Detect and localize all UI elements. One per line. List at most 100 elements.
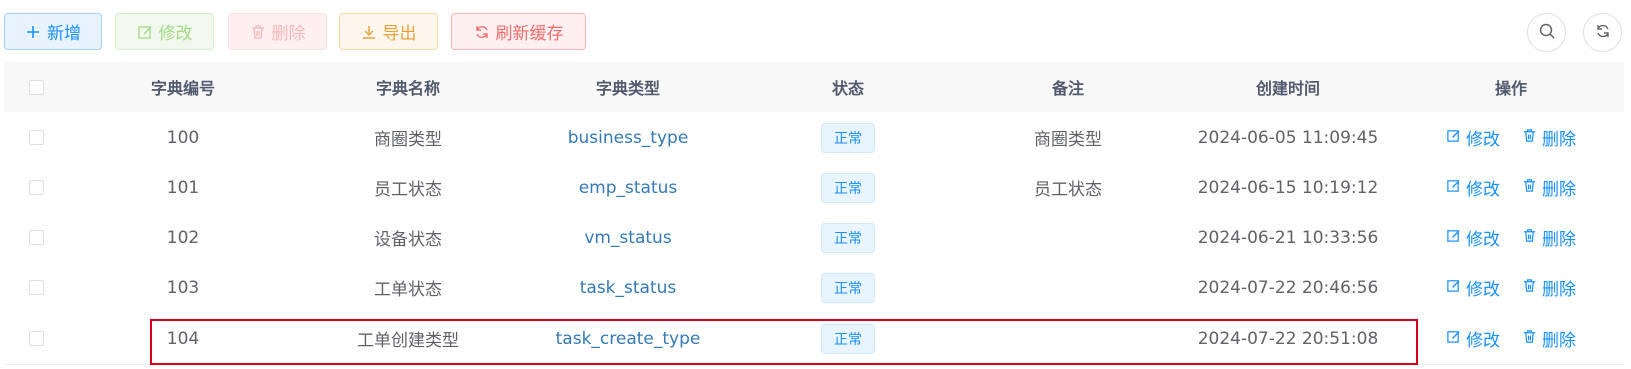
- header-created-time: 创建时间: [1255, 79, 1320, 98]
- row-delete-button[interactable]: 删除: [1522, 326, 1576, 351]
- row-edit-button[interactable]: 修改: [1446, 225, 1500, 250]
- dict-type-cell: task_create_type: [518, 313, 738, 364]
- row-delete-label: 删除: [1542, 130, 1576, 150]
- dict-type-link[interactable]: vm_status: [584, 228, 671, 248]
- dict-name: 员工状态: [374, 180, 442, 200]
- header-dict-id: 字典编号: [150, 79, 215, 98]
- dict-type-link[interactable]: business_type: [568, 128, 689, 148]
- status-badge: 正常: [821, 272, 875, 303]
- refresh-icon: [474, 24, 490, 40]
- trash-icon: [1522, 128, 1537, 148]
- dict-id: 100: [166, 127, 200, 148]
- created-time: 2024-07-22 20:46:56: [1197, 277, 1379, 298]
- row-delete-button[interactable]: 删除: [1522, 275, 1576, 300]
- refresh-cache-button[interactable]: 刷新缓存: [451, 13, 586, 50]
- row-select-cell: [4, 112, 68, 163]
- trash-icon: [1522, 178, 1537, 198]
- header-remark: 备注: [1051, 79, 1084, 98]
- row-edit-button[interactable]: 修改: [1446, 175, 1500, 200]
- created-time: 2024-06-05 11:09:45: [1197, 127, 1379, 148]
- status-cell: 正常: [738, 112, 958, 163]
- actions-cell: 修改 删除: [1398, 262, 1624, 313]
- search-toggle-button[interactable]: [1527, 13, 1566, 52]
- plus-icon: [25, 24, 41, 40]
- row-delete-button[interactable]: 删除: [1522, 225, 1576, 250]
- trash-icon: [250, 24, 266, 40]
- row-edit-button[interactable]: 修改: [1446, 125, 1500, 150]
- status-cell: 正常: [738, 162, 958, 213]
- row-delete-label: 删除: [1542, 230, 1576, 250]
- edit-button[interactable]: 修改: [115, 13, 214, 50]
- table-row: 100 商圈类型 business_type 正常 商圈类型 2024-06-0…: [4, 112, 1624, 164]
- row-edit-label: 修改: [1466, 280, 1500, 300]
- add-button-label: 新增: [47, 24, 81, 44]
- export-button-label: 导出: [382, 24, 417, 44]
- status-badge: 正常: [821, 323, 875, 354]
- dict-id: 102: [166, 227, 200, 248]
- status-cell: 正常: [738, 313, 958, 364]
- status-badge: 正常: [821, 122, 875, 153]
- table-row: 103 工单状态 task_status 正常 2024-07-22 20:46…: [4, 262, 1624, 314]
- row-edit-button[interactable]: 修改: [1446, 275, 1500, 300]
- row-checkbox[interactable]: [28, 130, 44, 145]
- refresh-icon: [1594, 22, 1612, 44]
- select-all-checkbox[interactable]: [28, 79, 44, 95]
- add-button[interactable]: 新增: [4, 13, 102, 50]
- row-select-cell: [4, 313, 68, 364]
- export-button[interactable]: 导出: [339, 13, 438, 50]
- dict-name: 商圈类型: [374, 130, 442, 150]
- row-delete-button[interactable]: 删除: [1522, 125, 1576, 150]
- created-time: 2024-07-22 20:51:08: [1197, 328, 1379, 349]
- edit-icon: [1446, 178, 1461, 198]
- dict-type-cell: emp_status: [518, 162, 738, 213]
- edit-icon: [1446, 228, 1461, 248]
- dict-type-cell: business_type: [518, 112, 738, 163]
- row-edit-label: 修改: [1466, 180, 1500, 200]
- download-icon: [361, 24, 377, 40]
- row-checkbox[interactable]: [28, 280, 44, 295]
- header-status: 状态: [831, 79, 864, 98]
- dict-type-link[interactable]: task_create_type: [556, 329, 701, 349]
- row-edit-label: 修改: [1466, 230, 1500, 250]
- created-time: 2024-06-15 10:19:12: [1197, 177, 1379, 198]
- row-edit-button[interactable]: 修改: [1446, 326, 1500, 351]
- table-row: 102 设备状态 vm_status 正常 2024-06-21 10:33:5…: [4, 212, 1624, 264]
- header-dict-type: 字典类型: [595, 79, 660, 98]
- search-icon: [1538, 22, 1556, 44]
- row-delete-label: 删除: [1542, 180, 1576, 200]
- row-delete-button[interactable]: 删除: [1522, 175, 1576, 200]
- status-cell: 正常: [738, 212, 958, 263]
- refresh-table-button[interactable]: [1583, 13, 1622, 52]
- row-select-cell: [4, 262, 68, 313]
- row-edit-label: 修改: [1466, 331, 1500, 351]
- table-row: 104 工单创建类型 task_create_type 正常 2024-07-2…: [4, 313, 1624, 365]
- table-header: 字典编号 字典名称 字典类型 状态 备注 创建时间 操作: [4, 62, 1624, 113]
- dict-name: 设备状态: [374, 230, 442, 250]
- remark: [958, 212, 1178, 263]
- row-checkbox[interactable]: [28, 331, 44, 346]
- dict-type-link[interactable]: task_status: [580, 278, 677, 298]
- edit-icon: [137, 24, 153, 40]
- actions-cell: 修改 删除: [1398, 112, 1624, 163]
- row-select-cell: [4, 212, 68, 263]
- edit-icon: [1446, 329, 1461, 349]
- row-delete-label: 删除: [1542, 331, 1576, 351]
- dict-type-link[interactable]: emp_status: [579, 178, 678, 198]
- row-checkbox[interactable]: [28, 230, 44, 245]
- header-actions: 操作: [1494, 79, 1527, 98]
- dict-id: 101: [166, 177, 200, 198]
- delete-button-label: 删除: [271, 24, 306, 44]
- remark: 员工状态: [1034, 180, 1102, 200]
- status-badge: 正常: [821, 172, 875, 203]
- header-select-cell: [4, 62, 68, 112]
- edit-icon: [1446, 128, 1461, 148]
- remark: 商圈类型: [1034, 130, 1102, 150]
- dict-id: 104: [166, 328, 200, 349]
- row-select-cell: [4, 162, 68, 213]
- status-cell: 正常: [738, 262, 958, 313]
- row-checkbox[interactable]: [28, 180, 44, 195]
- delete-button[interactable]: 删除: [228, 13, 327, 50]
- trash-icon: [1522, 278, 1537, 298]
- refresh-cache-button-label: 刷新缓存: [495, 24, 564, 44]
- dict-type-cell: task_status: [518, 262, 738, 313]
